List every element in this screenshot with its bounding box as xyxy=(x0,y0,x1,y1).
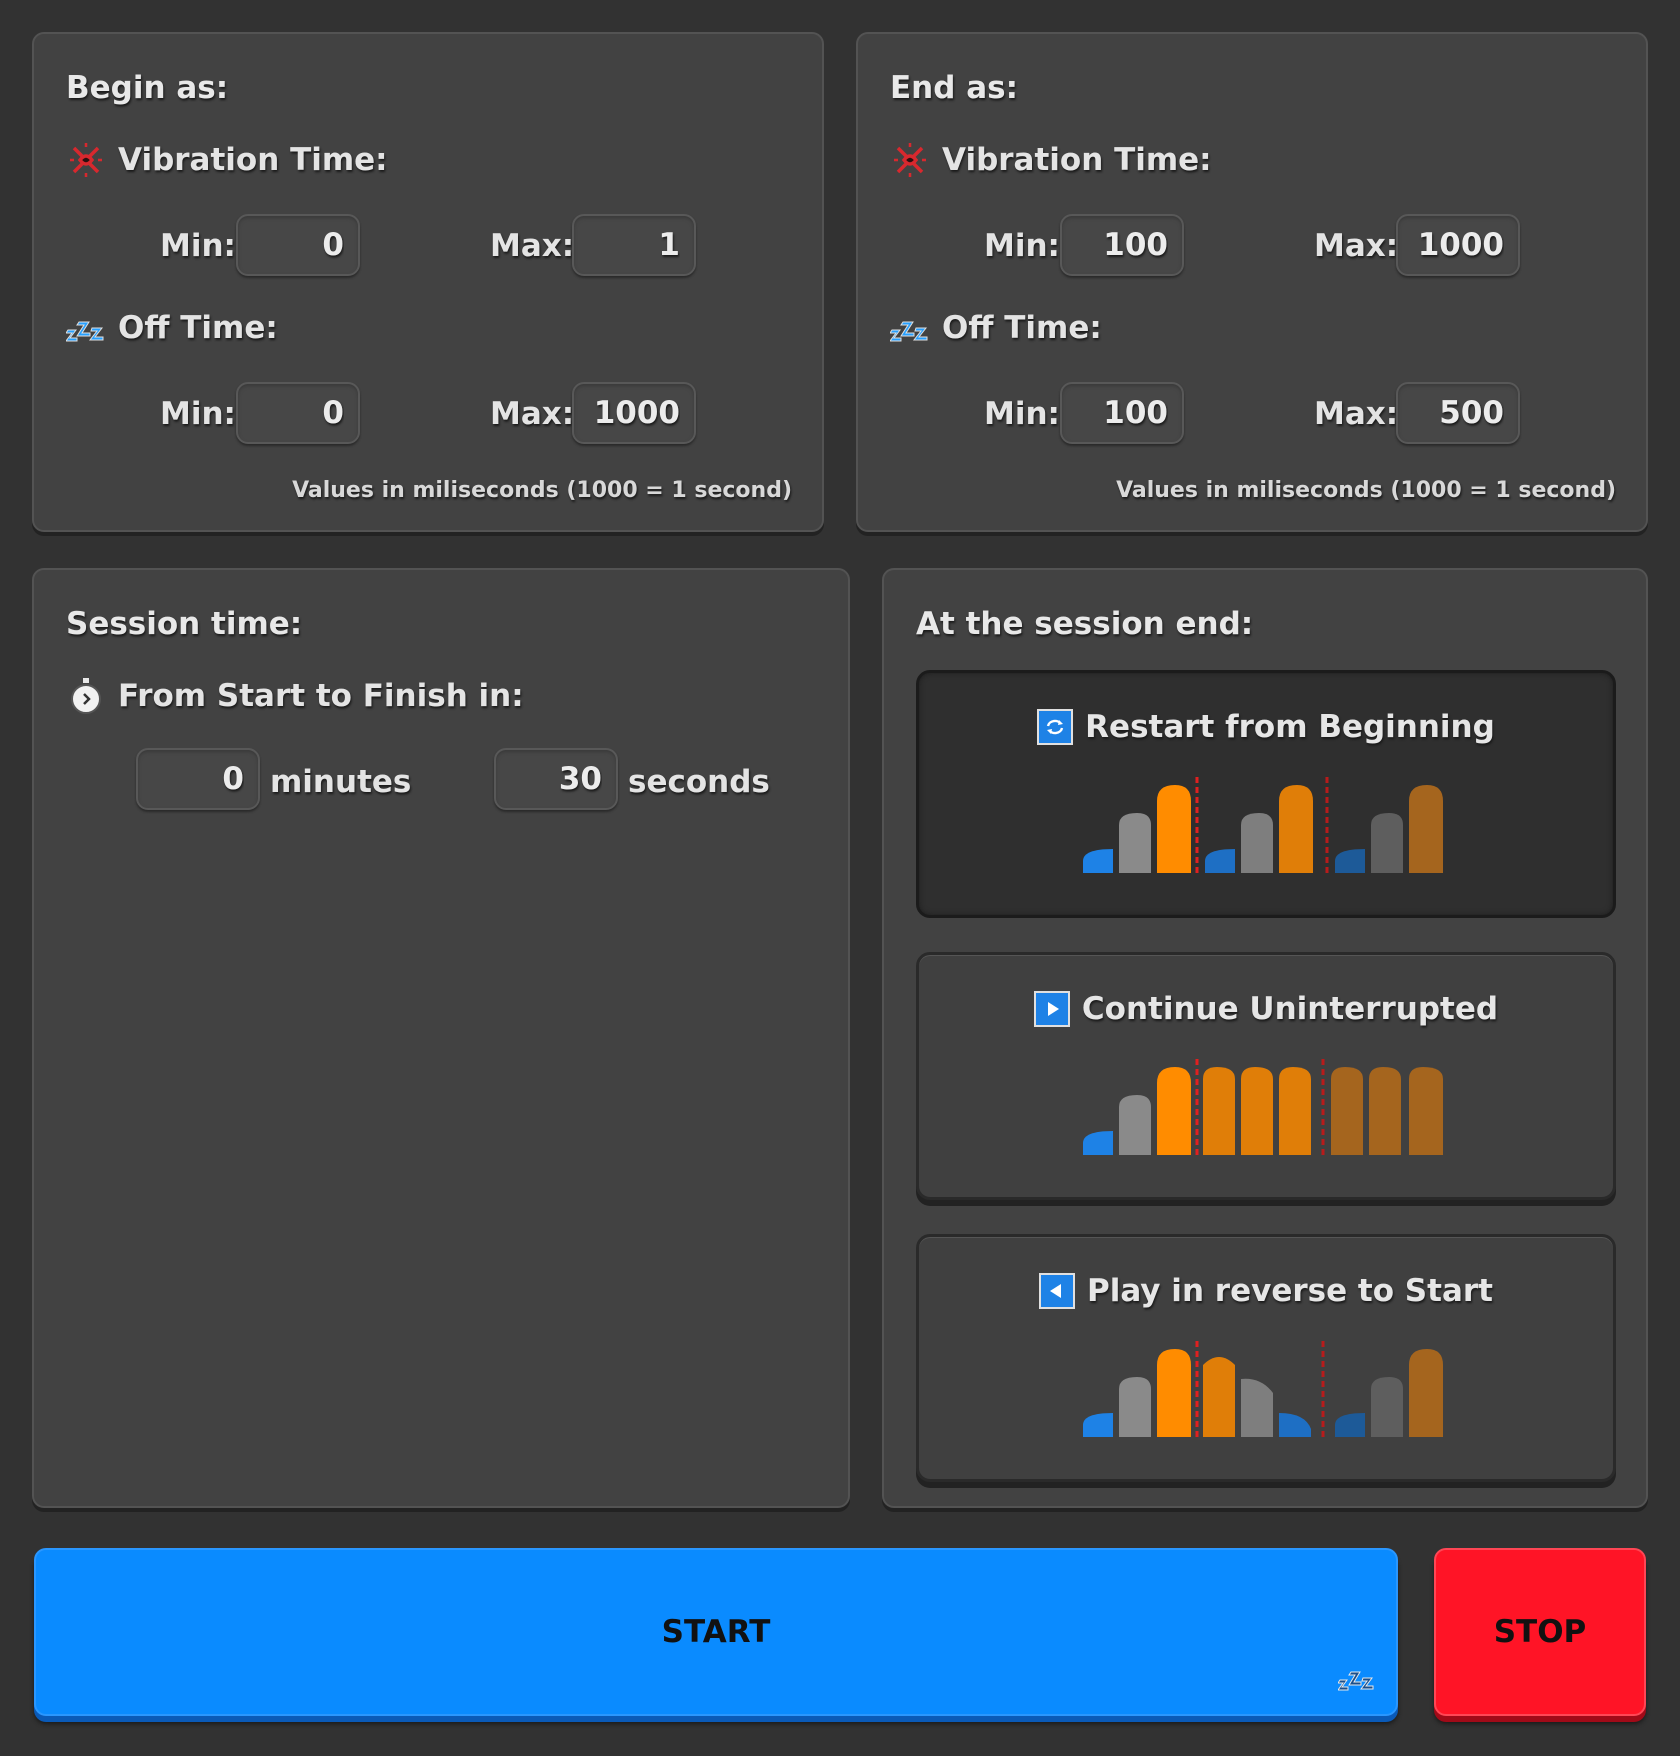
begin-vibration-min-input[interactable] xyxy=(236,214,360,276)
option-restart-from-beginning[interactable]: Restart from Beginning xyxy=(916,670,1616,918)
option-restart-label: Restart from Beginning xyxy=(1085,709,1495,745)
session-minutes-label: minutes xyxy=(270,764,412,800)
reverse-pattern-diagram xyxy=(1083,1341,1443,1441)
begin-off-max-label: Max: xyxy=(490,396,575,432)
begin-vibration-min-label: Min: xyxy=(160,228,236,264)
sleep-icon xyxy=(1338,1671,1374,1691)
begin-off-heading: Off Time: xyxy=(65,308,278,348)
end-vibration-max-input[interactable] xyxy=(1396,214,1520,276)
end-off-max-input[interactable] xyxy=(1396,382,1520,444)
sleep-icon xyxy=(65,308,106,348)
reverse-icon xyxy=(1039,1273,1075,1309)
begin-vibration-max-label: Max: xyxy=(490,228,575,264)
begin-as-panel: Begin as: Vibration Time: Min: Max: Off … xyxy=(32,32,824,532)
option-continue-uninterrupted[interactable]: Continue Uninterrupted xyxy=(916,952,1616,1200)
end-vibration-min-input[interactable] xyxy=(1060,214,1184,276)
start-button-label: START xyxy=(661,1614,771,1650)
end-vibration-label: Vibration Time: xyxy=(942,142,1212,178)
end-vibration-heading: Vibration Time: xyxy=(890,140,1212,180)
option-continue-label: Continue Uninterrupted xyxy=(1081,991,1499,1027)
end-off-heading: Off Time: xyxy=(889,308,1102,348)
end-vibration-max-label: Max: xyxy=(1314,228,1399,264)
repeat-icon xyxy=(1037,709,1074,745)
end-off-label: Off Time: xyxy=(942,310,1102,346)
begin-vibration-label: Vibration Time: xyxy=(118,142,388,178)
session-seconds-label: seconds xyxy=(628,764,770,800)
end-units-note: Values in miliseconds (1000 = 1 second) xyxy=(1116,478,1616,503)
session-time-panel: Session time: From Start to Finish in: m… xyxy=(32,568,850,1508)
begin-off-min-label: Min: xyxy=(160,396,236,432)
stop-button-label: STOP xyxy=(1493,1614,1587,1650)
begin-as-title: Begin as: xyxy=(66,70,229,106)
session-time-title: Session time: xyxy=(66,606,303,642)
end-off-max-label: Max: xyxy=(1314,396,1399,432)
end-vibration-min-label: Min: xyxy=(984,228,1060,264)
restart-pattern-diagram xyxy=(1083,777,1443,877)
session-end-panel: At the session end: Restart from Beginni… xyxy=(882,568,1648,1508)
stopwatch-icon xyxy=(66,676,106,716)
sleep-icon xyxy=(889,308,930,348)
vibration-icon xyxy=(890,140,930,180)
stop-button[interactable]: STOP xyxy=(1434,1548,1646,1716)
end-off-min-input[interactable] xyxy=(1060,382,1184,444)
session-seconds-input[interactable] xyxy=(494,748,618,810)
begin-units-note: Values in miliseconds (1000 = 1 second) xyxy=(292,478,792,503)
session-minutes-input[interactable] xyxy=(136,748,260,810)
start-button[interactable]: START xyxy=(34,1548,1398,1716)
begin-vibration-heading: Vibration Time: xyxy=(66,140,388,180)
end-off-min-label: Min: xyxy=(984,396,1060,432)
vibration-icon xyxy=(66,140,106,180)
play-icon xyxy=(1033,991,1070,1027)
end-as-panel: End as: Vibration Time: Min: Max: Off Ti… xyxy=(856,32,1648,532)
begin-vibration-max-input[interactable] xyxy=(572,214,696,276)
option-reverse-label: Play in reverse to Start xyxy=(1087,1273,1493,1309)
option-play-in-reverse[interactable]: Play in reverse to Start xyxy=(916,1234,1616,1482)
continue-pattern-diagram xyxy=(1083,1059,1443,1159)
session-duration-heading: From Start to Finish in: xyxy=(66,676,524,716)
begin-off-max-input[interactable] xyxy=(572,382,696,444)
begin-off-label: Off Time: xyxy=(118,310,278,346)
end-as-title: End as: xyxy=(890,70,1018,106)
session-duration-label: From Start to Finish in: xyxy=(118,678,524,714)
session-end-title: At the session end: xyxy=(916,606,1254,642)
begin-off-min-input[interactable] xyxy=(236,382,360,444)
